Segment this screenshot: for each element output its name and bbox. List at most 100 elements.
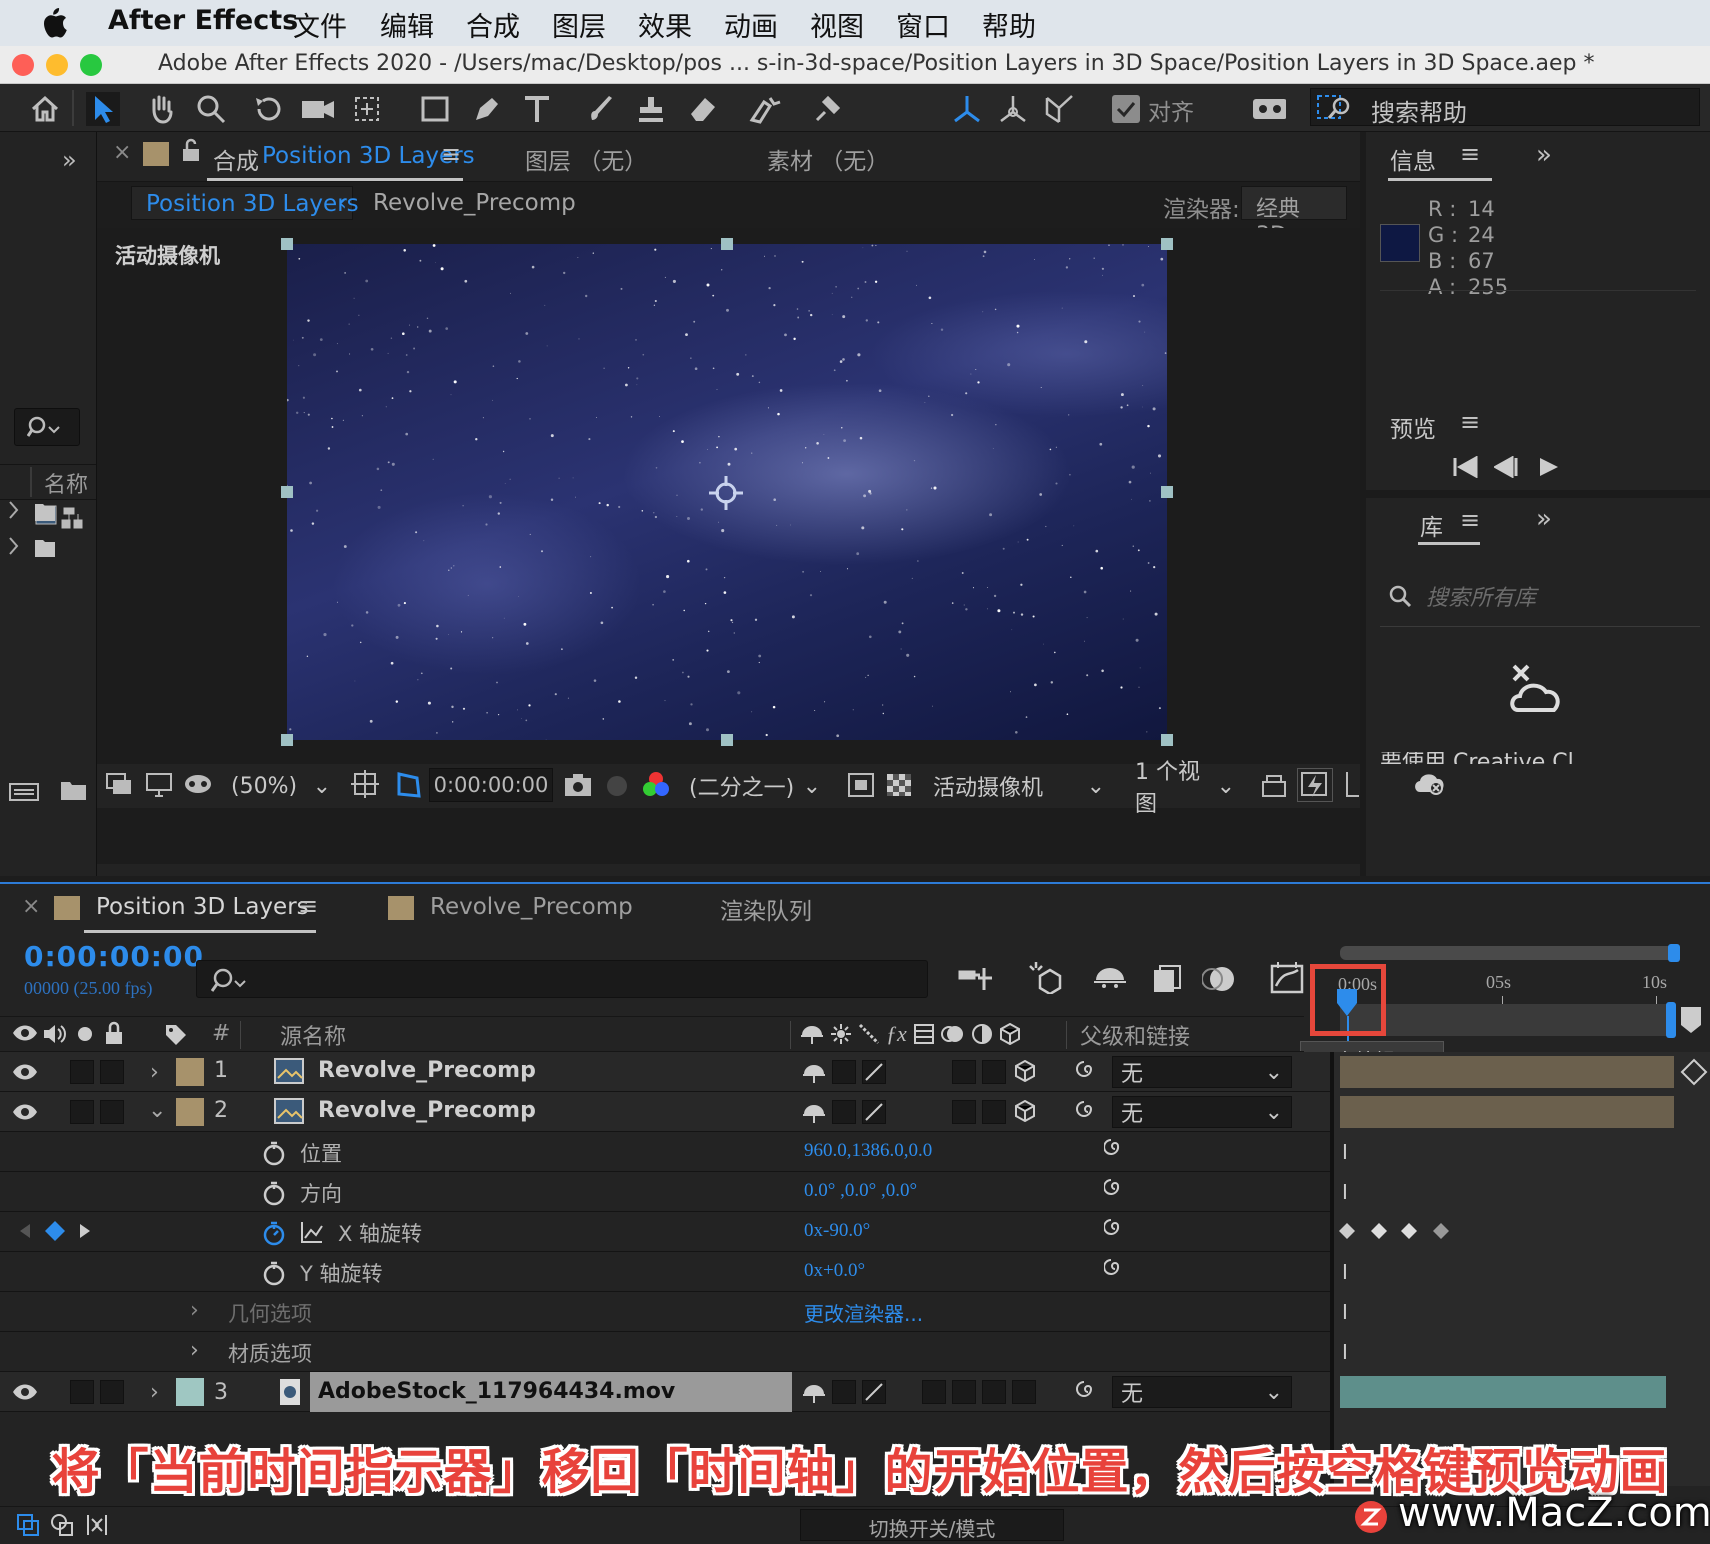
adjustment-switch[interactable] xyxy=(1012,1380,1036,1404)
shy-switch-icon[interactable] xyxy=(800,1023,824,1045)
folder-icon[interactable] xyxy=(34,536,56,558)
home-icon[interactable] xyxy=(28,92,62,126)
collapse-switch[interactable] xyxy=(832,1060,856,1084)
number-column-header[interactable]: # xyxy=(212,1021,230,1046)
library-panel-title[interactable]: 库 xyxy=(1420,508,1443,542)
shy-layers-icon[interactable] xyxy=(1092,964,1128,992)
folder-icon[interactable] xyxy=(34,500,56,522)
view-axis-mode-icon[interactable] xyxy=(1042,92,1076,126)
cloud-sync-icon[interactable] xyxy=(1412,770,1446,796)
camera-view-dropdown[interactable]: 活动摄像机 ⌄ xyxy=(925,770,1113,802)
camera-tool-icon[interactable] xyxy=(300,92,334,126)
layer-handle[interactable] xyxy=(281,238,293,250)
frame-blend-switch-icon[interactable] xyxy=(913,1023,935,1045)
keyframe-marker[interactable]: I xyxy=(1342,1260,1348,1284)
motion-blur-switch[interactable] xyxy=(952,1100,976,1124)
property-row-y-rotation[interactable]: Y 轴旋转 0x+0.0° xyxy=(0,1252,1334,1292)
stopwatch-icon[interactable] xyxy=(262,1140,286,1166)
adjustment-layer-switch-icon[interactable] xyxy=(971,1023,993,1045)
interpret-footage-icon[interactable] xyxy=(8,778,44,804)
pick-whip-icon[interactable] xyxy=(1076,1380,1100,1404)
label-color-swatch[interactable] xyxy=(176,1058,204,1086)
panel-menu-icon[interactable]: ≡ xyxy=(1460,506,1480,534)
stopwatch-active-icon[interactable] xyxy=(262,1220,286,1246)
shy-switch-icon[interactable] xyxy=(802,1382,826,1404)
folder-expand-chevron[interactable] xyxy=(8,500,20,520)
keyframe-marker[interactable]: I xyxy=(1342,1140,1348,1164)
eye-icon[interactable] xyxy=(12,1382,38,1402)
expand-panels-icon[interactable]: » xyxy=(62,146,77,174)
shy-switch-icon[interactable] xyxy=(802,1102,826,1124)
info-panel-title[interactable]: 信息 xyxy=(1390,142,1436,176)
layer-tab[interactable]: 图层 （无） xyxy=(525,142,647,176)
roto-brush-tool-icon[interactable] xyxy=(748,92,782,126)
preview-toggle-icon[interactable] xyxy=(1297,768,1333,802)
property-row-x-rotation[interactable]: X 轴旋转 0x-90.0° xyxy=(0,1212,1334,1252)
parent-dropdown[interactable]: 无 ⌄ xyxy=(1112,1096,1292,1128)
local-axis-mode-icon[interactable] xyxy=(950,92,984,126)
graph-editor-icon[interactable] xyxy=(1270,960,1304,994)
pick-whip-icon[interactable] xyxy=(1076,1060,1100,1084)
expand-panels-icon[interactable]: » xyxy=(1536,504,1552,534)
breadcrumb-active-comp[interactable]: Position 3D Layers ‹ xyxy=(131,186,359,220)
layer-duration-bar[interactable] xyxy=(1340,1056,1674,1088)
reset-exposure-icon[interactable] xyxy=(1259,770,1289,800)
lock-icon[interactable] xyxy=(181,138,201,162)
motion-blur-switch[interactable] xyxy=(982,1380,1006,1404)
layer-row[interactable]: › 1 Revolve_Precomp 无 ⌄ xyxy=(0,1052,1334,1092)
modes-column-icon[interactable] xyxy=(50,1513,76,1537)
label-tag-icon[interactable] xyxy=(164,1023,188,1045)
zoom-tool-icon[interactable] xyxy=(194,92,228,126)
panel-menu-icon[interactable]: ≡ xyxy=(441,140,461,168)
layer-name[interactable]: Revolve_Precomp xyxy=(318,1058,536,1083)
layer-row[interactable]: › 3 AdobeStock_117964434.mov 无 ⌄ xyxy=(0,1372,1334,1412)
preview-panel-title[interactable]: 预览 xyxy=(1390,410,1436,444)
quality-switch[interactable] xyxy=(862,1100,886,1124)
motion-blur-switch-icon[interactable] xyxy=(940,1023,965,1045)
rotation-tool-icon[interactable] xyxy=(252,92,286,126)
3d-layer-switch-icon[interactable] xyxy=(1014,1060,1036,1082)
menu-animation[interactable]: 动画 xyxy=(724,5,778,44)
comp-flowchart-icon[interactable] xyxy=(1343,770,1361,800)
color-channels-icon[interactable] xyxy=(641,770,671,800)
solo-toggle[interactable] xyxy=(70,1380,94,1404)
pick-whip-icon[interactable] xyxy=(1076,1100,1100,1124)
property-row-position[interactable]: 位置 960.0,1386.0,0.0 xyxy=(0,1132,1334,1172)
3d-layer-switch-icon[interactable] xyxy=(999,1023,1021,1045)
keyframe-marker[interactable]: I xyxy=(1342,1340,1348,1364)
close-tab-icon[interactable]: × xyxy=(113,140,131,165)
keyframe-diamond[interactable] xyxy=(1370,1222,1388,1240)
footage-duration-bar[interactable] xyxy=(1340,1376,1666,1408)
parent-dropdown[interactable]: 无 ⌄ xyxy=(1112,1376,1292,1408)
always-preview-icon[interactable] xyxy=(105,772,133,798)
collapse-switch[interactable] xyxy=(832,1380,856,1404)
world-axis-mode-icon[interactable] xyxy=(996,92,1030,126)
zoom-dropdown[interactable]: (50%) ⌄ xyxy=(223,770,339,802)
audio-icon[interactable] xyxy=(42,1023,66,1045)
footage-tab[interactable]: 素材 （无） xyxy=(767,142,889,176)
expand-chevron-icon[interactable]: › xyxy=(150,1380,159,1405)
draft-3d-icon[interactable] xyxy=(1026,960,1062,994)
menu-view[interactable]: 视图 xyxy=(810,5,864,44)
keyframe-marker[interactable]: I xyxy=(1342,1300,1348,1324)
layer-handle[interactable] xyxy=(1161,486,1173,498)
timeline-tracks[interactable]: I I I I I xyxy=(1334,1052,1710,1486)
panel-menu-icon[interactable]: ≡ xyxy=(1460,140,1480,168)
in-out-column-icon[interactable] xyxy=(84,1513,110,1537)
close-tab-icon[interactable]: × xyxy=(22,894,40,919)
layer-handle[interactable] xyxy=(281,734,293,746)
frame-blending-icon[interactable] xyxy=(1152,964,1182,994)
layer-search-field[interactable] xyxy=(196,960,928,998)
stopwatch-icon[interactable] xyxy=(262,1180,286,1206)
project-search-field[interactable] xyxy=(14,408,80,446)
3d-layer-switch-icon[interactable] xyxy=(1014,1100,1036,1122)
layer-duration-bar[interactable] xyxy=(1340,1096,1674,1128)
renderer-dropdown[interactable]: 经典 3D xyxy=(1241,186,1347,248)
solo-toggle[interactable] xyxy=(70,1060,94,1084)
align-checkbox[interactable] xyxy=(1112,95,1140,123)
layer-marker-icon[interactable] xyxy=(1680,1058,1708,1086)
keyframe-diamond[interactable] xyxy=(1400,1222,1418,1240)
new-folder-icon[interactable] xyxy=(60,778,88,802)
stopwatch-icon[interactable] xyxy=(262,1260,286,1286)
zoom-window-button[interactable] xyxy=(80,54,102,76)
